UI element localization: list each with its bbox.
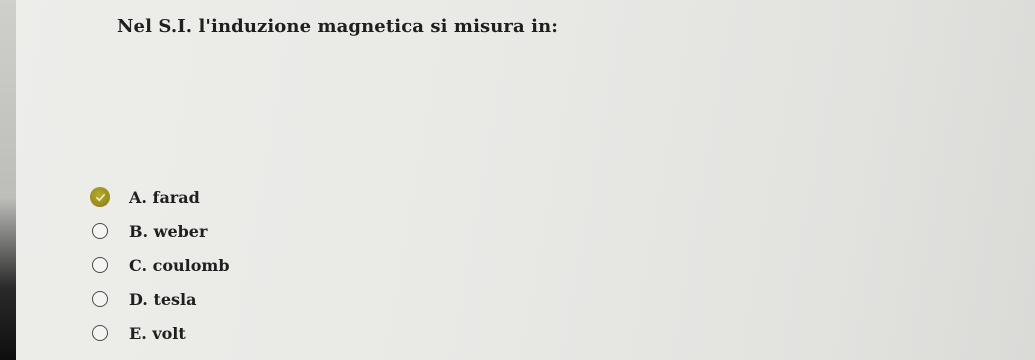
option-label: C. coulomb (129, 255, 230, 275)
question-text: Nel S.I. l'induzione magnetica si misura… (117, 16, 559, 37)
option-label: A. farad (129, 187, 200, 207)
option-c[interactable]: C. coulomb (88, 248, 230, 282)
option-d[interactable]: D. tesla (88, 282, 230, 316)
option-e[interactable]: E. volt (88, 316, 230, 350)
radio-unchecked-icon[interactable] (92, 325, 108, 341)
answer-options: A. farad B. weber C. coulomb D. tesla E.… (88, 180, 230, 350)
radio-unchecked-icon[interactable] (92, 257, 108, 273)
radio-checked-icon[interactable] (90, 187, 110, 207)
option-a[interactable]: A. farad (88, 180, 230, 214)
radio-unchecked-icon[interactable] (92, 291, 108, 307)
radio-unchecked-icon[interactable] (92, 223, 108, 239)
option-label: E. volt (129, 323, 186, 343)
screen-edge (0, 0, 16, 360)
option-label: D. tesla (129, 289, 197, 309)
option-label: B. weber (129, 221, 208, 241)
option-b[interactable]: B. weber (88, 214, 230, 248)
